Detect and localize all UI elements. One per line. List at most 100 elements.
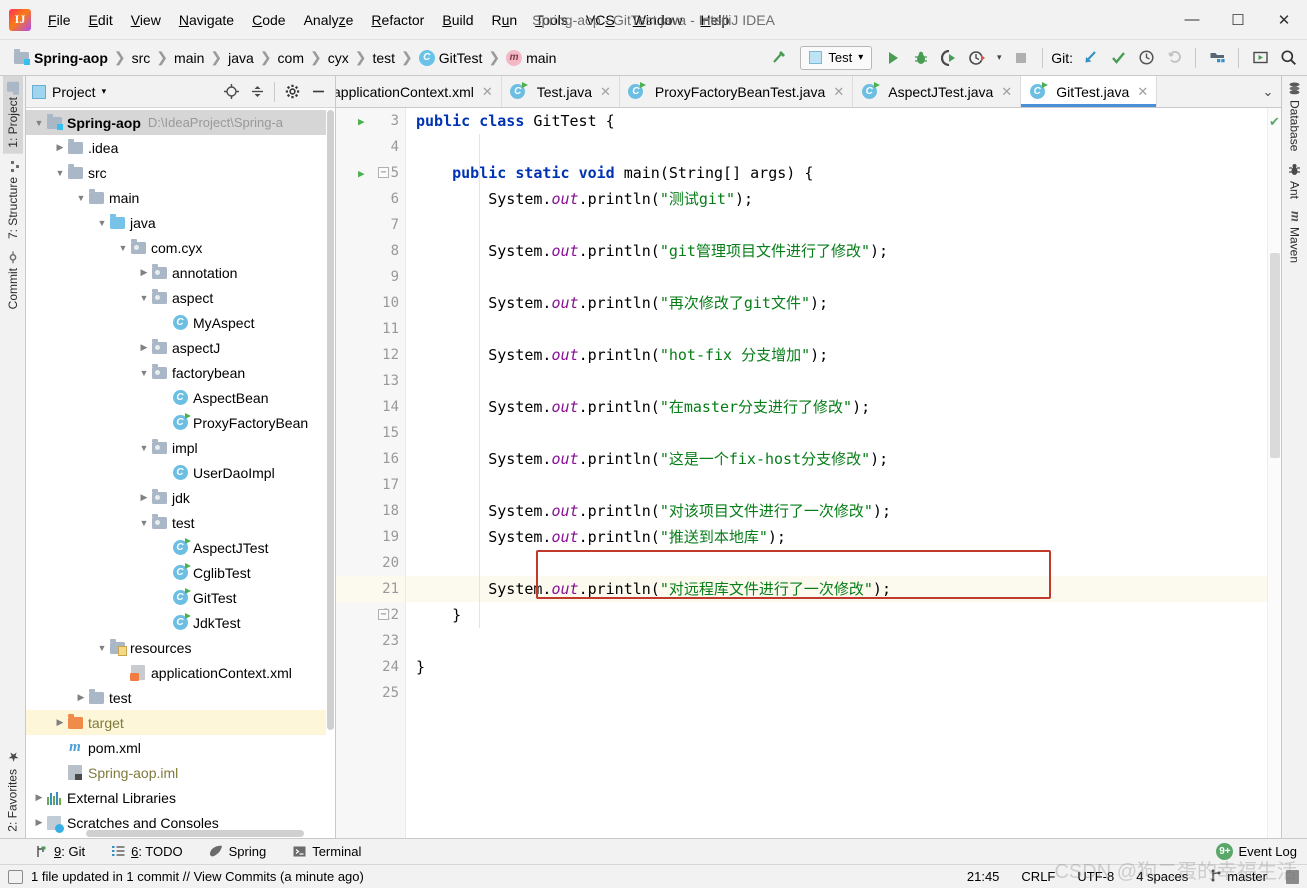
breadcrumb-item-com[interactable]: com <box>275 48 307 68</box>
breadcrumb-item-project[interactable]: Spring-aop <box>10 48 111 68</box>
gutter-line-10[interactable]: 10 <box>336 290 405 316</box>
chevron-down-icon[interactable]: ▼ <box>137 366 151 380</box>
tree-node-external-libraries[interactable]: ▶ External Libraries <box>26 785 335 810</box>
code-line-3[interactable]: public class GitTest { <box>406 108 1267 134</box>
menu-build[interactable]: Build <box>433 8 482 32</box>
chevron-right-icon[interactable]: ▶ <box>137 266 151 280</box>
chevron-right-icon[interactable]: ▶ <box>137 341 151 355</box>
code-line-25[interactable] <box>406 680 1267 706</box>
tree-node-gittest[interactable]: C GitTest <box>26 585 335 610</box>
status-encoding[interactable]: UTF-8 <box>1074 868 1117 885</box>
menu-vcs[interactable]: VCS <box>577 8 624 32</box>
tree-node-test[interactable]: ▼ test <box>26 510 335 535</box>
status-indent[interactable]: 4 spaces <box>1133 868 1191 885</box>
project-structure-icon[interactable] <box>1204 45 1230 71</box>
sidebar-item-favorites[interactable]: 2: Favorites ★ <box>2 743 23 838</box>
code-line-14[interactable]: System.out.println("在master分支进行了修改"); <box>406 394 1267 420</box>
close-icon[interactable]: ✕ <box>1001 84 1012 100</box>
menu-window[interactable]: Window <box>624 8 692 32</box>
chevron-right-icon[interactable]: ▶ <box>137 491 151 505</box>
project-tree-scrollbar[interactable] <box>326 108 335 838</box>
run-configuration-selector[interactable]: Test ▾ <box>800 45 873 70</box>
close-icon[interactable]: ✕ <box>600 84 611 100</box>
chevron-down-icon[interactable]: ▼ <box>53 166 67 180</box>
project-tree-hscrollbar[interactable] <box>26 829 335 838</box>
chevron-down-icon[interactable]: ▼ <box>137 291 151 305</box>
project-tree[interactable]: ▼ Spring-aop D:\IdeaProject\Spring-a ▶ .idea… <box>26 108 335 838</box>
code-line-16[interactable]: System.out.println("这是一个fix-host分支修改"); <box>406 446 1267 472</box>
menu-file[interactable]: File <box>39 8 80 32</box>
sidebar-item-maven[interactable]: m Maven <box>1284 205 1306 269</box>
code-line-4[interactable] <box>406 134 1267 160</box>
tool-button-todo[interactable]: 6: TODO <box>107 842 187 861</box>
status-message-area[interactable]: 1 file updated in 1 commit // View Commi… <box>8 869 364 884</box>
run-icon[interactable] <box>880 45 906 71</box>
tree-node-proxyfactorybean[interactable]: C ProxyFactoryBean <box>26 410 335 435</box>
gutter-line-18[interactable]: 18 <box>336 498 405 524</box>
gutter-line-23[interactable]: 23 <box>336 628 405 654</box>
gutter-line-8[interactable]: 8 <box>336 238 405 264</box>
code-content[interactable]: public class GitTest { public static voi… <box>406 108 1267 838</box>
tree-node-jdktest[interactable]: C JdkTest <box>26 610 335 635</box>
update-project-icon[interactable] <box>1077 45 1103 71</box>
editor-scrollbar-thumb[interactable] <box>1270 253 1280 458</box>
status-line-separator[interactable]: CRLF <box>1018 868 1058 885</box>
chevron-right-icon[interactable]: ▶ <box>32 816 46 830</box>
menu-edit[interactable]: Edit <box>80 8 122 32</box>
debug-icon[interactable] <box>908 45 934 71</box>
close-button[interactable]: ✕ <box>1261 0 1307 40</box>
tree-node-resources[interactable]: ▼ resources <box>26 635 335 660</box>
gutter-line-3[interactable]: ▶ 3 <box>336 108 405 134</box>
menu-tools[interactable]: Tools <box>526 8 577 32</box>
code-line-11[interactable] <box>406 316 1267 342</box>
tree-node-myaspect[interactable]: C MyAspect <box>26 310 335 335</box>
gutter-line-11[interactable]: 11 <box>336 316 405 342</box>
sidebar-item-project[interactable]: 1: Project <box>2 76 23 154</box>
breadcrumb-item-java[interactable]: java <box>225 48 257 68</box>
status-message[interactable]: 1 file updated in 1 commit // View Commi… <box>31 869 364 884</box>
tool-button-git[interactable]: 9: Git <box>30 842 89 861</box>
tree-node-aspectjtest[interactable]: C AspectJTest <box>26 535 335 560</box>
close-icon[interactable]: ✕ <box>1137 84 1148 100</box>
tree-node-src[interactable]: ▼ src <box>26 160 335 185</box>
locate-icon[interactable] <box>220 81 242 103</box>
sidebar-item-ant[interactable]: Ant <box>1285 157 1305 205</box>
editor-tab-applicationcontext-xml[interactable]: applicationContext.xml ✕ <box>336 76 502 107</box>
breadcrumb-item-main-method[interactable]: m main <box>503 48 559 68</box>
tree-node-annotation[interactable]: ▶ annotation <box>26 260 335 285</box>
stop-icon[interactable] <box>1008 45 1034 71</box>
tree-node-main[interactable]: ▼ main <box>26 185 335 210</box>
gutter-line-21[interactable]: 21 <box>336 576 405 602</box>
chevron-down-icon[interactable]: ▼ <box>95 641 109 655</box>
status-branch[interactable]: master <box>1207 868 1270 886</box>
code-line-15[interactable] <box>406 420 1267 446</box>
gutter-line-14[interactable]: 14 <box>336 394 405 420</box>
code-line-19[interactable]: System.out.println("推送到本地库"); <box>406 524 1267 550</box>
close-icon[interactable]: ✕ <box>482 84 493 100</box>
breadcrumb-item-test[interactable]: test <box>369 48 398 68</box>
tree-node-aspectj[interactable]: ▶ aspectJ <box>26 335 335 360</box>
chevron-right-icon[interactable]: ▶ <box>74 691 88 705</box>
lock-icon[interactable] <box>1286 869 1299 884</box>
menu-analyze[interactable]: Analyze <box>295 8 363 32</box>
search-everywhere-icon[interactable] <box>1275 45 1301 71</box>
gutter-line-5[interactable]: ▶ −5 <box>336 160 405 186</box>
tool-button-spring[interactable]: Spring <box>205 842 271 861</box>
tree-node-impl[interactable]: ▼ impl <box>26 435 335 460</box>
collapse-all-icon[interactable] <box>246 81 268 103</box>
code-line-20[interactable] <box>406 550 1267 576</box>
close-icon[interactable]: ✕ <box>833 84 844 100</box>
menu-run[interactable]: Run <box>483 8 527 32</box>
breadcrumb-item-cyx[interactable]: cyx <box>325 48 352 68</box>
tree-node-spring-aop-iml[interactable]: Spring-aop.iml <box>26 760 335 785</box>
inspection-stripe[interactable]: ✔ <box>1267 108 1281 838</box>
menu-refactor[interactable]: Refactor <box>362 8 433 32</box>
tree-node-aspect[interactable]: ▼ aspect <box>26 285 335 310</box>
editor-tab-proxyfactorybeantest-java[interactable]: C ProxyFactoryBeanTest.java ✕ <box>620 76 854 107</box>
gutter-line-12[interactable]: 12 <box>336 342 405 368</box>
tree-node-target[interactable]: ▶ target <box>26 710 335 735</box>
profile-icon[interactable] <box>964 45 990 71</box>
commit-icon[interactable] <box>1105 45 1131 71</box>
gutter-line-4[interactable]: 4 <box>336 134 405 160</box>
code-line-21[interactable]: System.out.println("对远程库文件进行了一次修改"); <box>406 576 1267 602</box>
